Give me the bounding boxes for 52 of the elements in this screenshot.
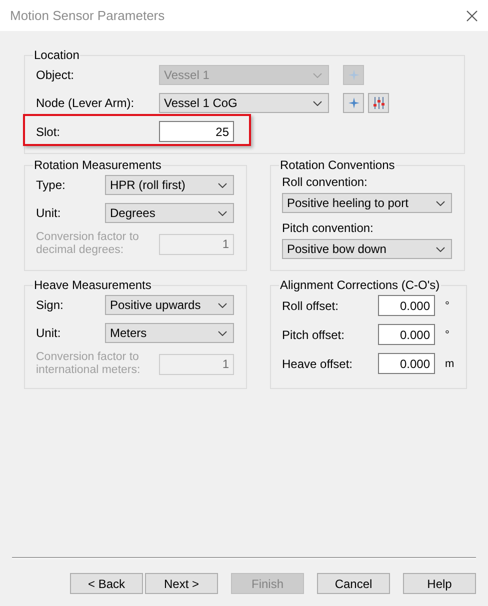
- field-label: Node (Lever Arm):: [36, 96, 136, 110]
- field-label: Heave offset:: [282, 356, 354, 370]
- group-title: Rotation Measurements: [33, 158, 162, 172]
- dialog-button[interactable]: Next >: [145, 573, 218, 594]
- field-label: Object:: [36, 68, 76, 82]
- field-label: Conversion factor to decimal degrees:: [36, 231, 140, 257]
- chevron-down-icon: [218, 210, 227, 216]
- window-title: Motion Sensor Parameters: [10, 8, 165, 23]
- field-label: Roll convention:: [282, 175, 368, 189]
- input-field[interactable]: 25: [159, 121, 234, 142]
- dropdown[interactable]: Meters: [105, 323, 234, 343]
- unit-label: °: [445, 300, 450, 312]
- dialog-button[interactable]: < Back: [70, 573, 143, 594]
- field-label: Sign:: [36, 298, 64, 312]
- dropdown[interactable]: Positive upwards: [105, 295, 234, 315]
- dropdown[interactable]: HPR (roll first): [105, 175, 234, 195]
- group-title: Heave Measurements: [33, 278, 152, 292]
- chevron-down-icon: [436, 200, 445, 206]
- group-title: Location: [33, 48, 80, 62]
- dialog-button[interactable]: Cancel: [317, 573, 390, 594]
- dropdown[interactable]: Positive heeling to port: [282, 193, 452, 213]
- field-label: Unit:: [36, 326, 62, 340]
- group-title: Alignment Corrections (C-O's): [279, 278, 441, 292]
- unit-label: °: [445, 328, 450, 340]
- unit-label: m: [445, 358, 454, 370]
- chevron-down-icon: [218, 302, 227, 308]
- group-title: Rotation Conventions: [279, 158, 396, 172]
- field-label: Unit:: [36, 206, 62, 220]
- dialog-button[interactable]: Help: [403, 573, 476, 594]
- field-label: Roll offset:: [282, 298, 340, 312]
- chevron-down-icon: [218, 182, 227, 188]
- field-label: Pitch convention:: [282, 221, 374, 235]
- dropdown[interactable]: Vessel 1 CoG: [159, 93, 329, 113]
- sliders-icon: [372, 97, 384, 109]
- sliders-button[interactable]: [368, 93, 389, 113]
- dropdown[interactable]: Positive bow down: [282, 239, 452, 259]
- chevron-down-icon: [218, 330, 227, 336]
- field-label: Conversion factor to international meters:: [36, 351, 142, 377]
- add-button[interactable]: [343, 93, 364, 113]
- plus-icon: [348, 69, 360, 81]
- field-label: Type:: [36, 178, 66, 192]
- input-field[interactable]: 0.000: [378, 295, 435, 316]
- chevron-down-icon: [313, 100, 322, 106]
- field-label: Pitch offset:: [282, 328, 346, 342]
- plus-icon: [348, 97, 360, 109]
- close-icon[interactable]: [466, 10, 478, 22]
- input-field[interactable]: 0.000: [378, 324, 435, 345]
- chevron-down-icon: [313, 72, 322, 78]
- field-label: Slot:: [36, 124, 62, 138]
- chevron-down-icon: [436, 246, 445, 252]
- dropdown[interactable]: Degrees: [105, 203, 234, 223]
- input-field[interactable]: 0.000: [378, 353, 435, 374]
